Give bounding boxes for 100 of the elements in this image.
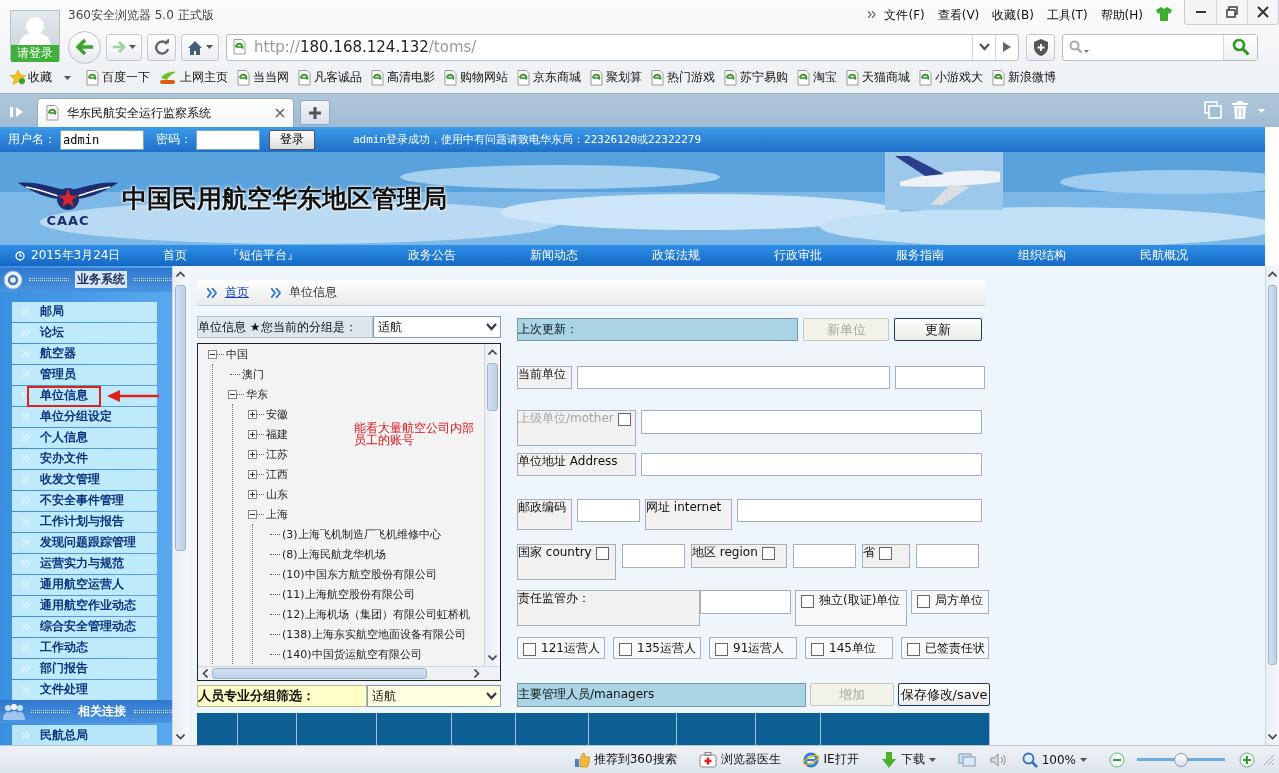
new-tab-button[interactable]	[300, 100, 330, 125]
sidebar-item[interactable]: 综合安全管理动态	[12, 616, 157, 637]
scrollbar[interactable]	[172, 266, 188, 745]
speaker-icon[interactable]	[989, 752, 1008, 767]
sidebar-item[interactable]: 工作计划与报告	[12, 511, 157, 532]
sidebar-item[interactable]: 发现问题跟踪管理	[12, 532, 157, 553]
nav-link[interactable]: 组织结构	[1018, 248, 1066, 262]
text-field[interactable]	[895, 366, 985, 389]
expand-icon[interactable]	[248, 489, 257, 499]
expand-icon[interactable]	[248, 449, 257, 459]
nav-link[interactable]: 政务公告	[408, 248, 456, 262]
checkbox[interactable]	[761, 547, 775, 560]
nav-link[interactable]: 服务指南	[896, 248, 944, 262]
breadcrumb-link[interactable]: 首页	[225, 284, 249, 301]
search-field[interactable]	[1062, 33, 1258, 61]
nav-link[interactable]: 新闻动态	[530, 248, 578, 262]
tree-item[interactable]: (3)上海飞机制造厂飞机维修中心	[282, 526, 441, 542]
tree-item[interactable]: 华东	[246, 386, 268, 402]
menu-item[interactable]: 工具(T)	[1046, 5, 1088, 24]
expand-icon[interactable]	[248, 409, 257, 419]
expand-icon[interactable]	[248, 469, 257, 479]
sidebar-item[interactable]: 运营实力与规范	[12, 553, 157, 574]
nav-link[interactable]: 民航概况	[1140, 248, 1188, 262]
text-field[interactable]	[641, 453, 982, 476]
checkbox-option[interactable]: 已签责任状	[901, 637, 989, 659]
zoom-out-icon[interactable]	[1109, 751, 1125, 768]
trash-icon[interactable]	[1232, 101, 1248, 119]
back-button[interactable]	[68, 30, 101, 64]
checkbox[interactable]	[801, 595, 814, 608]
bookmark[interactable]: 热门游戏	[651, 69, 715, 86]
text-field[interactable]	[622, 544, 685, 568]
shield-button[interactable]	[1026, 33, 1055, 61]
checkbox[interactable]	[811, 642, 824, 656]
browser-tab[interactable]: 华东民航安全运行监察系统	[37, 98, 294, 127]
login-button[interactable]: 登录	[269, 129, 315, 150]
bookmark[interactable]: 凡客诚品	[298, 69, 362, 86]
tree-item[interactable]: (10)中国东方航空股份有限公司	[282, 566, 437, 582]
dropdown[interactable]: 适航	[367, 685, 501, 707]
sidebar-item[interactable]: 通用航空作业动态	[12, 595, 157, 616]
checkbox-option[interactable]: 145单位	[805, 637, 893, 659]
collapse-icon[interactable]	[208, 349, 217, 359]
checkbox-option[interactable]: 独立(取证)单位	[795, 590, 907, 626]
scroll-thumb[interactable]	[1268, 285, 1277, 665]
tree-item[interactable]: (11)上海航空股份有限公司	[282, 586, 415, 602]
menu-item[interactable]: 查看(V)	[937, 5, 980, 24]
bookmark[interactable]: 小游戏大	[919, 69, 983, 86]
bookmark[interactable]: 百度一下	[86, 69, 150, 86]
sidebar-item[interactable]: 通用航空运营人	[12, 574, 157, 595]
text-field[interactable]	[793, 544, 856, 568]
windows-icon[interactable]	[957, 752, 976, 767]
checkbox[interactable]	[917, 595, 930, 608]
sidebar-item[interactable]: 收发文管理	[12, 469, 157, 490]
zoom-button[interactable]: 100%	[1021, 751, 1087, 768]
scroll-thumb[interactable]	[487, 363, 498, 411]
checkbox[interactable]	[907, 642, 920, 656]
sidebar-item[interactable]: 工作动态	[12, 637, 157, 658]
sidebar-item[interactable]: 个人信息	[12, 427, 157, 448]
sidebar-item[interactable]: 文件处理	[12, 679, 157, 700]
nav-link[interactable]: 『短信平台』	[226, 248, 299, 262]
text-field[interactable]	[916, 544, 979, 568]
tree-item[interactable]: (138)上海东实航空地面设备有限公司	[282, 626, 466, 642]
tree-item[interactable]: 江苏	[266, 446, 288, 462]
checkbox[interactable]	[523, 642, 536, 656]
sidebar-item[interactable]: 管理员	[12, 364, 157, 385]
scrollbar[interactable]	[1265, 266, 1279, 745]
checkbox[interactable]	[619, 642, 632, 656]
tree-item[interactable]: 上海	[266, 506, 288, 522]
tree-item[interactable]: 安徽	[266, 406, 288, 422]
sidebar-item[interactable]: 不安全事件管理	[12, 490, 157, 511]
collapse-icon[interactable]	[248, 509, 257, 519]
windows-icon[interactable]	[1204, 101, 1222, 119]
checkbox-option[interactable]: 局方单位	[911, 590, 989, 614]
tree-item[interactable]: 山东	[266, 486, 288, 502]
text-field[interactable]	[577, 499, 640, 522]
scroll-thumb[interactable]	[212, 668, 427, 679]
zoom-in-icon[interactable]	[1239, 751, 1255, 768]
menu-item[interactable]: 帮助(H)	[1100, 5, 1143, 24]
scrollbar[interactable]	[484, 344, 500, 666]
home-button[interactable]	[181, 33, 219, 61]
bookmark[interactable]: 苏宁易购	[724, 69, 788, 86]
bookmark[interactable]: 天猫商城	[846, 69, 910, 86]
dropdown[interactable]: 适航	[373, 316, 501, 338]
status-button[interactable]: 下载	[880, 751, 936, 768]
refresh-button[interactable]	[147, 33, 176, 61]
text-field[interactable]	[737, 499, 982, 522]
checkbox[interactable]	[715, 642, 728, 656]
status-button[interactable]: 浏览器医生	[698, 751, 781, 768]
checkbox-option[interactable]: 91运营人	[709, 637, 797, 659]
nav-link[interactable]: 首页	[163, 248, 187, 262]
checkbox-option[interactable]: 135运营人	[613, 637, 701, 659]
sidebar-item[interactable]: 单位信息	[12, 385, 157, 406]
sidebar-item[interactable]: 邮局	[12, 301, 157, 322]
username-field[interactable]: admin	[60, 129, 144, 150]
bookmark[interactable]: 聚划算	[590, 69, 642, 86]
search-button[interactable]	[1223, 34, 1257, 60]
form-button[interactable]: 更新	[894, 318, 982, 341]
text-field[interactable]	[577, 366, 890, 389]
scroll-thumb[interactable]	[175, 285, 186, 551]
sidebar-item[interactable]: 论坛	[12, 322, 157, 343]
close-icon[interactable]	[275, 108, 285, 118]
